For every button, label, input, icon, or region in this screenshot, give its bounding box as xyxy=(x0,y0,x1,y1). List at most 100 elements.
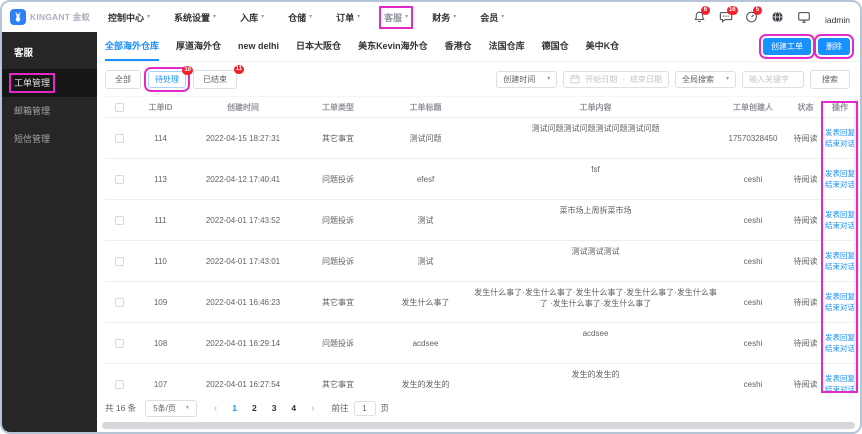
language-button[interactable] xyxy=(771,10,785,25)
sidebar-item-sms-management[interactable]: 短信管理 xyxy=(2,125,97,153)
tab-hongkong[interactable]: 香港仓 xyxy=(445,32,472,61)
current-user[interactable]: iadmin xyxy=(825,15,850,25)
row-checkbox[interactable] xyxy=(114,133,124,143)
tab-new-delhi[interactable]: new delhi xyxy=(238,32,279,61)
cell-created-time: 2022-04-01 16:29:14 xyxy=(205,338,281,348)
next-page-button[interactable]: › xyxy=(311,403,314,414)
action-link-end-conversation[interactable]: 结束对话 xyxy=(825,221,855,231)
tab-houdao-overseas[interactable]: 厚道海外仓 xyxy=(176,32,221,61)
row-checkbox[interactable] xyxy=(114,297,124,307)
action-link-post-reply[interactable]: 发表回复 xyxy=(825,374,855,384)
sidebar-item-label: 短信管理 xyxy=(14,134,51,144)
filter-all-button[interactable]: 全部 xyxy=(105,69,141,89)
nav-item-warehouse[interactable]: 仓储 ▾ xyxy=(288,11,312,24)
column-header: 创建时间 xyxy=(227,102,259,112)
end-date-placeholder: 结束日期 xyxy=(629,74,662,84)
notifications-button[interactable]: 6 xyxy=(693,5,710,25)
page-number-3[interactable]: 3 xyxy=(272,403,277,413)
page-size-value: 5条/页 xyxy=(153,403,176,413)
action-link-end-conversation[interactable]: 结束对话 xyxy=(825,180,855,190)
row-checkbox-cell xyxy=(105,118,133,158)
nav-item-orders[interactable]: 订单 ▾ xyxy=(336,11,360,24)
sidebar-item-work-order-management[interactable]: 工单管理 xyxy=(2,69,97,97)
action-link-post-reply[interactable]: 发表回复 xyxy=(825,292,855,302)
nav-item-system-settings[interactable]: 系统设置 ▾ xyxy=(174,11,216,24)
create-work-order-button[interactable]: 创建工单 xyxy=(759,34,815,59)
dashboard-count-badge: 5 xyxy=(752,5,762,15)
action-link-post-reply[interactable]: 发表回复 xyxy=(825,128,855,138)
chevron-down-icon: ▾ xyxy=(213,14,217,20)
tab-us-east-kevin[interactable]: 美东Kevin海外仓 xyxy=(358,32,428,61)
cell-work-order-content: acdsee xyxy=(582,329,609,338)
row-checkbox[interactable] xyxy=(114,338,124,348)
row-checkbox[interactable] xyxy=(114,379,124,389)
dashboard-button[interactable]: 5 xyxy=(745,5,762,25)
action-link-post-reply[interactable]: 发表回复 xyxy=(825,333,855,343)
vertical-scrollbar[interactable] xyxy=(854,98,859,390)
tab-japan-osaka[interactable]: 日本大阪仓 xyxy=(296,32,341,61)
nav-item-customer-service[interactable]: 客服 ▾ xyxy=(379,5,414,29)
tab-us-china-k[interactable]: 美中K仓 xyxy=(586,32,620,61)
cell-actions: 发表回复 结束对话 xyxy=(823,241,857,281)
page-number-1[interactable]: 1 xyxy=(232,403,237,413)
chevron-down-icon: ▾ xyxy=(453,14,457,20)
filter-row: 全部 待处理 10 已结束 11 创建时间 ▾ 开始日期 - 结束日期 全局搜索 ▾ xyxy=(97,62,860,96)
nav-item-control-center[interactable]: 控制中心 ▾ xyxy=(108,11,150,24)
goto-page-input[interactable] xyxy=(353,400,376,416)
search-scope-select[interactable]: 全局搜索 ▾ xyxy=(674,70,736,88)
row-checkbox[interactable] xyxy=(114,256,124,266)
delete-button[interactable]: 删除 xyxy=(814,34,854,59)
column-header: 工单类型 xyxy=(322,102,354,112)
row-checkbox[interactable] xyxy=(114,215,124,225)
date-range-input[interactable]: 开始日期 - 结束日期 xyxy=(563,70,669,88)
page-size-select[interactable]: 5条/页 ▾ xyxy=(145,399,197,417)
action-link-end-conversation[interactable]: 结束对话 xyxy=(825,344,855,354)
brand-logo[interactable]: KINGANT 金蚁 xyxy=(10,9,98,25)
action-link-post-reply[interactable]: 发表回复 xyxy=(825,251,855,261)
cell-created-time: 2022-04-15 18:27:31 xyxy=(205,133,281,143)
toolbar: 创建工单 删除 xyxy=(759,34,854,59)
prev-page-button[interactable]: ‹ xyxy=(214,403,217,414)
row-checkbox[interactable] xyxy=(114,174,124,184)
filter-finished-button[interactable]: 已结束 11 xyxy=(193,64,244,89)
action-link-end-conversation[interactable]: 结束对话 xyxy=(825,303,855,313)
tab-france[interactable]: 法国仓库 xyxy=(489,32,525,61)
cell-creator: ceshi xyxy=(743,338,763,348)
time-field-select[interactable]: 创建时间 ▾ xyxy=(496,70,558,88)
sidebar-item-label: 邮箱管理 xyxy=(14,106,51,116)
sidebar-item-mailbox-management[interactable]: 邮箱管理 xyxy=(2,97,97,125)
nav-item-inbound[interactable]: 入库 ▾ xyxy=(240,11,264,24)
chevron-down-icon: ▾ xyxy=(261,14,265,20)
cell-work-order-content: 测试问题测试问题测试问题测试问题 xyxy=(531,124,660,133)
tab-germany[interactable]: 德国仓 xyxy=(542,32,569,61)
cell-creator: ceshi xyxy=(743,297,763,307)
nav-item-finance[interactable]: 财务 ▾ xyxy=(432,11,456,24)
action-link-end-conversation[interactable]: 结束对话 xyxy=(825,139,855,149)
nav-item-member[interactable]: 会员 ▾ xyxy=(480,11,504,24)
keyword-input[interactable] xyxy=(742,70,804,88)
tab-all-overseas-warehouses[interactable]: 全部海外仓库 xyxy=(105,32,160,61)
horizontal-scrollbar[interactable] xyxy=(102,422,855,429)
messages-button[interactable]: 16 xyxy=(719,5,738,25)
pagination: 共 16 条 5条/页 ▾ ‹ 1 2 3 4 › 前往 页 xyxy=(97,395,860,421)
page-number-2[interactable]: 2 xyxy=(252,403,257,413)
action-link-post-reply[interactable]: 发表回复 xyxy=(825,210,855,220)
fullscreen-button[interactable] xyxy=(797,10,811,25)
action-link-post-reply[interactable]: 发表回复 xyxy=(825,169,855,179)
cell-work-order-type: 问题投诉 xyxy=(322,338,354,348)
table-row: 108 2022-04-01 16:29:14 问题投诉 acdsee acdsee ce… xyxy=(105,323,860,364)
table-row: 107 2022-04-01 16:27:54 其它事宜 发生的发生的 发生的发生的 ce… xyxy=(105,364,860,395)
action-link-end-conversation[interactable]: 结束对话 xyxy=(825,385,855,395)
brand-name: KINGANT 金蚁 xyxy=(30,12,91,22)
page-number-4[interactable]: 4 xyxy=(291,403,296,413)
search-button[interactable]: 搜索 xyxy=(810,69,850,89)
cell-status: 待阅读 xyxy=(793,379,818,389)
table-body: 114 2022-04-15 18:27:31 其它事宜 测试问题 测试问题测试问题测试… xyxy=(105,118,860,395)
select-all-checkbox[interactable] xyxy=(114,102,124,112)
chevron-down-icon: ▾ xyxy=(501,14,505,20)
action-link-end-conversation[interactable]: 结束对话 xyxy=(825,262,855,272)
filter-pending-button[interactable]: 待处理 10 xyxy=(144,65,193,92)
cell-creator: ceshi xyxy=(743,174,763,184)
row-checkbox-cell xyxy=(105,200,133,240)
cell-created-time: 2022-04-01 17:43:01 xyxy=(205,256,281,266)
